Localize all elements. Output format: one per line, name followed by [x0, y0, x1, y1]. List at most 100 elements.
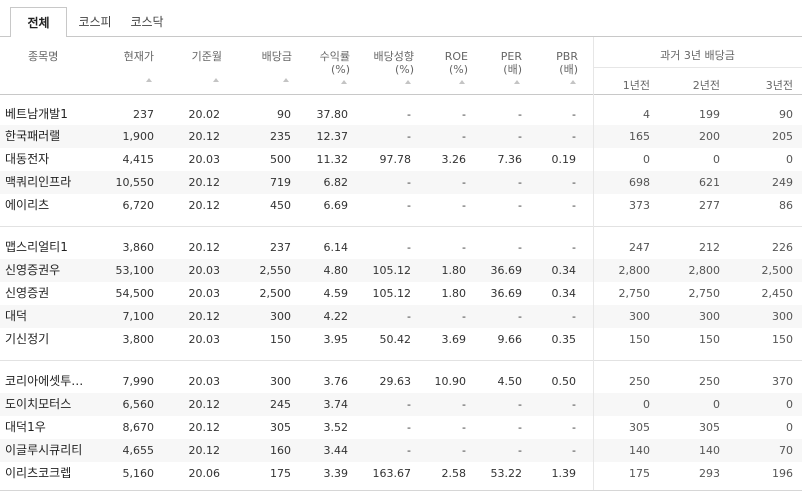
col-header-2y[interactable]: 2년전: [680, 77, 720, 93]
sort-arrow-icon[interactable]: [514, 80, 520, 84]
sort-arrow-icon[interactable]: [459, 80, 465, 84]
col-header-per[interactable]: PER (배): [490, 50, 522, 76]
cell-y1: 4: [643, 108, 650, 121]
table-row[interactable]: 기신정기 3,800 20.03 150 3.95 50.42 3.69 9.66 0.35 15…: [0, 328, 802, 351]
col-header-price[interactable]: 현재가: [118, 50, 154, 63]
cell-pbr: 1.39: [551, 467, 577, 480]
table-row[interactable]: 맥쿼리인프라 10,550 20.12 719 6.82 - - - - 698 621 249: [0, 171, 802, 194]
cell-y1: 250: [629, 375, 650, 388]
cell-y2: 140: [699, 444, 720, 457]
col-header-roe[interactable]: ROE (%): [436, 50, 468, 76]
cell-y2: 293: [699, 467, 720, 480]
table-row[interactable]: 에이리츠 6,720 20.12 450 6.69 - - - - 373 277 86: [0, 194, 802, 217]
table-row[interactable]: 대동전자 4,415 20.03 500 11.32 97.78 3.26 7.36 0.19 0…: [0, 148, 802, 171]
sort-arrow-icon[interactable]: [213, 78, 219, 82]
stock-name-link[interactable]: 대동전자: [5, 148, 113, 171]
cell-month: 20.03: [188, 333, 221, 346]
stock-name-link[interactable]: 코리아에셋투…: [5, 370, 113, 393]
cell-yld: 4.59: [323, 287, 349, 300]
stock-name-link[interactable]: 에이리츠: [5, 194, 113, 217]
cell-y3: 90: [779, 108, 793, 121]
cell-y1: 373: [629, 199, 650, 212]
cell-yld: 12.37: [316, 130, 349, 143]
tab-kospi[interactable]: 코스피: [76, 7, 114, 37]
table-row[interactable]: 신영증권 54,500 20.03 2,500 4.59 105.12 1.80 36.69 0…: [0, 282, 802, 305]
cell-div: 719: [270, 176, 291, 189]
cell-price: 3,800: [122, 333, 155, 346]
cell-per: -: [518, 398, 522, 411]
table-row[interactable]: 이글루시큐리티 4,655 20.12 160 3.44 - - - - 140 140 70: [0, 439, 802, 462]
col-header-name[interactable]: 종목명: [28, 50, 58, 63]
cell-pbr: -: [572, 310, 576, 323]
table-row[interactable]: 베트남개발1 237 20.02 90 37.80 - - - - 4 199 90: [0, 103, 802, 126]
cell-month: 20.12: [188, 130, 221, 143]
col-header-base-month[interactable]: 기준월: [186, 50, 222, 63]
stock-name-link[interactable]: 대덕: [5, 305, 113, 328]
table-row[interactable]: 한국패러랠 1,900 20.12 235 12.37 - - - - 165 200 205: [0, 125, 802, 148]
cell-y3: 370: [772, 375, 793, 388]
col-header-yield[interactable]: 수익률 (%): [310, 50, 350, 76]
cell-div: 235: [270, 130, 291, 143]
stock-name-link[interactable]: 대덕1우: [5, 416, 113, 439]
cell-y3: 249: [772, 176, 793, 189]
stock-name-link[interactable]: 도이치모터스: [5, 393, 113, 416]
stock-name-link[interactable]: 신영증권우: [5, 259, 113, 282]
cell-per: 4.50: [497, 375, 523, 388]
sort-arrow-icon[interactable]: [283, 78, 289, 82]
table-bottom-border: [0, 490, 802, 491]
cell-y1: 2,800: [618, 264, 651, 277]
table-row[interactable]: 신영증권우 53,100 20.03 2,550 4.80 105.12 1.80 36.69…: [0, 259, 802, 282]
cell-price: 4,655: [122, 444, 155, 457]
cell-div: 175: [270, 467, 291, 480]
cell-per: -: [518, 130, 522, 143]
stock-name-link[interactable]: 맵스리얼티1: [5, 236, 113, 259]
cell-div: 2,500: [259, 287, 292, 300]
table-row[interactable]: 맵스리얼티1 3,860 20.12 237 6.14 - - - - 247 212 226: [0, 236, 802, 259]
cell-y1: 140: [629, 444, 650, 457]
cell-div: 305: [270, 421, 291, 434]
cell-roe: -: [462, 421, 466, 434]
table-row[interactable]: 대덕1우 8,670 20.12 305 3.52 - - - - 305 305 0: [0, 416, 802, 439]
table-row[interactable]: 대덕 7,100 20.12 300 4.22 - - - - 300 300 300: [0, 305, 802, 328]
cell-yld: 4.22: [323, 310, 349, 323]
cell-y2: 0: [713, 398, 720, 411]
col-header-dividend[interactable]: 배당금: [252, 50, 292, 63]
tab-all[interactable]: 전체: [10, 7, 67, 38]
cell-pbr: -: [572, 130, 576, 143]
stock-name-link[interactable]: 신영증권: [5, 282, 113, 305]
cell-y3: 0: [786, 398, 793, 411]
col-header-pbr[interactable]: PBR (배): [546, 50, 578, 76]
cell-y1: 300: [629, 310, 650, 323]
cell-price: 1,900: [122, 130, 155, 143]
cell-yld: 4.80: [323, 264, 349, 277]
cell-per: -: [518, 241, 522, 254]
cell-price: 4,415: [122, 153, 155, 166]
cell-y2: 621: [699, 176, 720, 189]
sort-arrow-icon[interactable]: [570, 80, 576, 84]
stock-name-link[interactable]: 이글루시큐리티: [5, 439, 113, 462]
cell-y2: 200: [699, 130, 720, 143]
stock-name-link[interactable]: 이리츠코크렙: [5, 462, 113, 485]
cell-y3: 2,500: [761, 264, 794, 277]
cell-payout: -: [407, 398, 411, 411]
cell-roe: -: [462, 108, 466, 121]
stock-name-link[interactable]: 베트남개발1: [5, 103, 113, 126]
stock-name-link[interactable]: 맥쿼리인프라: [5, 171, 113, 194]
tab-kosdaq[interactable]: 코스닥: [124, 7, 170, 37]
col-header-3y[interactable]: 3년전: [753, 77, 793, 93]
col-header-payout[interactable]: 배당성향 (%): [360, 50, 414, 76]
cell-price: 3,860: [122, 241, 155, 254]
sort-arrow-icon[interactable]: [405, 80, 411, 84]
table-row[interactable]: 코리아에셋투… 7,990 20.03 300 3.76 29.63 10.90 4.50 0.…: [0, 370, 802, 393]
stock-name-link[interactable]: 기신정기: [5, 328, 113, 351]
table-row[interactable]: 도이치모터스 6,560 20.12 245 3.74 - - - - 0 0 0: [0, 393, 802, 416]
table-row[interactable]: 이리츠코크렙 5,160 20.06 175 3.39 163.67 2.58 53.22 1.…: [0, 462, 802, 485]
cell-payout: -: [407, 108, 411, 121]
cell-pbr: -: [572, 398, 576, 411]
cell-payout: 105.12: [372, 264, 412, 277]
sort-arrow-icon[interactable]: [146, 78, 152, 82]
cell-pbr: 0.34: [551, 264, 577, 277]
stock-name-link[interactable]: 한국패러랠: [5, 125, 113, 148]
col-header-1y[interactable]: 1년전: [610, 77, 650, 93]
sort-arrow-icon[interactable]: [341, 80, 347, 84]
